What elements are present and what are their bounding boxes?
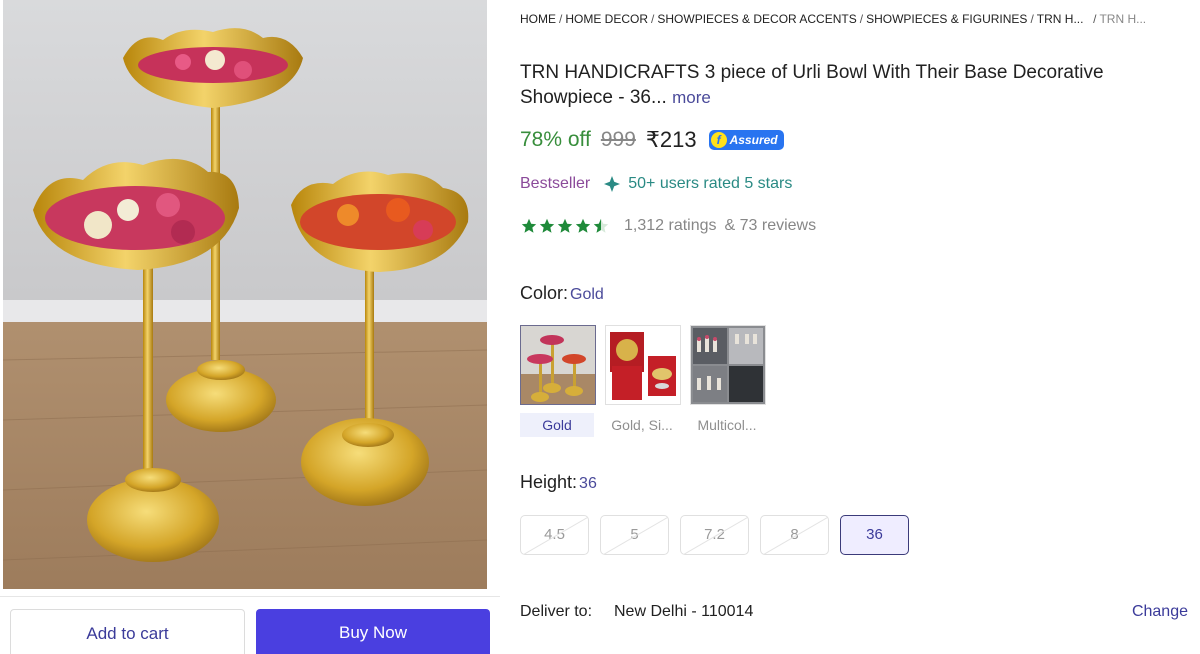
- reviews-count: & 73 reviews: [724, 217, 817, 234]
- selling-price: ₹213: [645, 127, 697, 152]
- assured-label: Assured: [729, 133, 778, 147]
- swatch-caption: Gold: [520, 413, 594, 437]
- swatch-caption: Gold, Si...: [611, 417, 673, 433]
- product-gallery: Add to cart Buy Now: [0, 0, 500, 654]
- color-swatch-multicolor[interactable]: Multicol...: [690, 325, 766, 437]
- breadcrumb: HOME / HOME DECOR / SHOWPIECES & DECOR ACCEN…: [520, 12, 1147, 26]
- color-swatch-gold-silver[interactable]: Gold, Si...: [605, 325, 681, 437]
- height-option-36[interactable]: 36: [840, 515, 909, 555]
- original-price: 999: [600, 128, 636, 151]
- users-rated-text: 50+ users rated 5 stars: [628, 175, 793, 192]
- ratings-row[interactable]: 1,312 ratings & 73 reviews: [520, 214, 816, 238]
- swatch-thumbnail: [520, 325, 596, 405]
- breadcrumb-item-home-decor[interactable]: HOME DECOR: [565, 12, 648, 26]
- height-label-text: Height:: [520, 472, 578, 492]
- product-title: TRN HANDICRAFTS 3 piece of Urli Bowl Wit…: [520, 60, 1180, 110]
- assured-badge: f Assured: [708, 130, 784, 150]
- swatch-thumbnail: [605, 325, 681, 405]
- delivery-location: New Delhi - 110014: [614, 603, 754, 620]
- color-label: Color: Gold: [520, 283, 604, 304]
- height-selected-value: 36: [579, 475, 597, 492]
- color-swatch-gold[interactable]: Gold: [520, 325, 596, 437]
- height-options: 4.5 5 7.2 8 36: [520, 515, 920, 555]
- color-selected-value: Gold: [570, 286, 604, 303]
- ratings-count: 1,312 ratings: [624, 217, 717, 234]
- height-option-label: 36: [866, 526, 883, 543]
- breadcrumb-item-home[interactable]: HOME: [520, 12, 556, 26]
- assured-icon: f: [710, 132, 727, 148]
- star-rating: [520, 217, 610, 235]
- title-more-link[interactable]: more: [672, 88, 711, 107]
- price-row: 78% off 999 ₹213 f Assured: [520, 125, 784, 155]
- breadcrumb-item-current: TRN H...: [1099, 12, 1147, 26]
- breadcrumb-item-showpieces-decor-accents[interactable]: SHOWPIECES & DECOR ACCENTS: [657, 12, 856, 26]
- star-icon: [521, 218, 537, 233]
- height-label: Height: 36: [520, 472, 597, 493]
- product-details: HOME / HOME DECOR / SHOWPIECES & DECOR ACCEN…: [520, 0, 1200, 654]
- product-title-text: TRN HANDICRAFTS 3 piece of Urli Bowl Wit…: [520, 62, 1104, 108]
- color-swatches: Gold Gold, Si... Multicol...: [520, 325, 775, 437]
- star-icon: [539, 218, 555, 233]
- height-option-4-5[interactable]: 4.5: [520, 515, 589, 555]
- color-label-text: Color:: [520, 283, 569, 303]
- bestseller-badge: Bestseller: [520, 175, 591, 192]
- unavailable-slash-icon: [603, 516, 668, 554]
- breadcrumb-item-brand[interactable]: TRN H...: [1037, 12, 1084, 26]
- height-option-8[interactable]: 8: [760, 515, 829, 555]
- unavailable-slash-icon: [763, 516, 828, 554]
- delivery-row: Deliver to: New Delhi - 110014 Change: [520, 603, 1190, 627]
- badge-row: Bestseller 50+ users rated 5 stars: [520, 172, 792, 196]
- deliver-to-label: Deliver to:: [520, 603, 593, 620]
- height-option-7-2[interactable]: 7.2: [680, 515, 749, 555]
- breadcrumb-item-showpieces-figurines[interactable]: SHOWPIECES & FIGURINES: [866, 12, 1027, 26]
- unavailable-slash-icon: [523, 516, 588, 554]
- star-icon: [557, 218, 573, 233]
- product-image[interactable]: [3, 0, 487, 589]
- change-location-link[interactable]: Change: [1132, 603, 1188, 621]
- half-star-icon: [593, 218, 609, 233]
- swatch-thumbnail: [690, 325, 766, 405]
- action-bar: Add to cart Buy Now: [0, 596, 500, 654]
- unavailable-slash-icon: [683, 516, 748, 554]
- swatch-caption: Multicol...: [697, 417, 757, 433]
- sparkle-star-icon: [604, 176, 621, 192]
- discount-label: 78% off: [520, 128, 591, 151]
- buy-now-button[interactable]: Buy Now: [256, 609, 490, 654]
- height-option-5[interactable]: 5: [600, 515, 669, 555]
- add-to-cart-button[interactable]: Add to cart: [10, 609, 245, 654]
- star-icon: [575, 218, 591, 233]
